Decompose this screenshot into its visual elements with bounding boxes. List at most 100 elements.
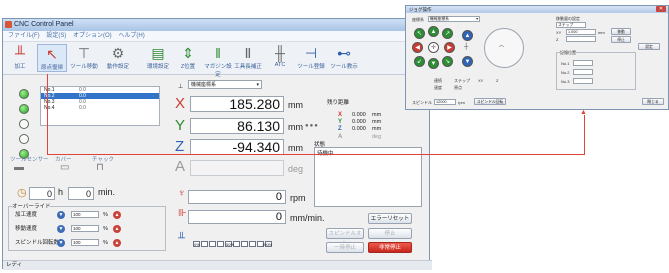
override-value-field[interactable]: 100 — [71, 239, 99, 246]
menu-options[interactable]: オプション(O) — [73, 33, 112, 39]
remaining-a-unit: deg — [372, 134, 382, 140]
memory-row-3-field[interactable] — [573, 78, 593, 84]
popup-close-dialog-button[interactable]: 閉じる — [642, 98, 664, 105]
override-value-field[interactable]: 100 — [71, 211, 99, 218]
time-hours-field: 0 — [29, 187, 55, 200]
jog-up-left-button[interactable]: ↖ — [414, 28, 425, 39]
decrease-button[interactable]: ▼ — [57, 225, 65, 233]
jog-y-minus-button[interactable]: ▼ — [428, 58, 439, 69]
cover-icon: ▭ — [60, 162, 70, 173]
step-xy-unit: mm — [598, 30, 605, 35]
memory-row-1-field[interactable] — [573, 60, 593, 66]
progress-cell — [241, 241, 248, 247]
connector-arrow-icon: ▲ — [580, 109, 587, 116]
x-unit: mm — [288, 100, 303, 110]
toolbar-z-position-button[interactable]: ⇕ Z位置 — [173, 44, 203, 72]
step-mode-select[interactable]: ステップ — [556, 22, 586, 28]
menu-file[interactable]: ファイル(F) — [8, 33, 40, 39]
popup-setting-button[interactable]: 設定 — [638, 43, 660, 50]
popup-stop-button[interactable]: 停止 — [611, 36, 631, 43]
pause-button[interactable]: 一時停止 — [326, 242, 364, 253]
toolbar-tool-register-button[interactable]: ⊣ ツール登録 — [296, 44, 326, 72]
origin-list-item[interactable]: No.4 0.0 — [41, 105, 159, 111]
environment-icon: ▤ — [151, 45, 165, 61]
remaining-z-label: Z — [338, 126, 342, 132]
remaining-a-label: A — [338, 134, 343, 140]
x-axis-label: X — [175, 95, 186, 112]
chevron-down-icon: ▾ — [476, 17, 478, 21]
toolbar-machine-button[interactable]: ╨ 加工 — [5, 44, 35, 72]
error-reset-button[interactable]: エラーリセット — [368, 213, 412, 224]
remaining-y-label: Y — [338, 119, 343, 125]
override-value-field[interactable]: 100 — [71, 225, 99, 232]
toolbar: ╨ 加工 ↖ 原点復帰 ⊤ ツール移動 ⚙ 動作設定 ▤ 環境設定 ⇕ Z位置 ‖ マガジン設… — [3, 42, 429, 78]
jog-popup-window: ジョグ操作 ✕ 座標系 機械座標系 ▾ ↖ ▲ ↗ ◀ ✛ ▶ ↙ ▼ ↘ ▲ ▼… — [405, 5, 669, 110]
popup-spindle-button[interactable]: スピンドル回転 — [474, 98, 506, 105]
move-button[interactable]: 移動 — [611, 28, 631, 35]
override-row-spindle: スピンドル回転数 ▼ 100 % ▲ — [15, 239, 121, 247]
popup-spindle-field[interactable]: 12000 — [434, 99, 456, 105]
step-z-field[interactable] — [566, 36, 596, 42]
increase-button[interactable]: ▲ — [113, 239, 121, 247]
jog-up-right-button[interactable]: ↗ — [442, 28, 453, 39]
increase-button[interactable]: ▲ — [113, 225, 121, 233]
progress-cell — [249, 241, 256, 247]
toolbar-origin-return-button[interactable]: ↖ 原点復帰 — [37, 44, 67, 72]
jog-z-plus-button[interactable]: ▲ — [462, 30, 473, 41]
jog-z-minus-button[interactable]: ▼ — [462, 56, 473, 67]
progress-tick-50: 50% — [226, 242, 235, 247]
remaining-x-value: 0.000 — [352, 112, 366, 118]
coord-system-select[interactable]: 機械座標系 ▾ — [188, 80, 262, 89]
emergency-stop-button[interactable]: 非常停止 — [368, 242, 412, 253]
memory-row-2-field[interactable] — [573, 69, 593, 75]
jog-down-right-button[interactable]: ↘ — [442, 56, 453, 67]
popup-close-button[interactable]: ✕ — [656, 6, 666, 12]
step-xy-field[interactable]: 1.000 — [566, 29, 596, 35]
status-led-3 — [19, 119, 29, 129]
toolbar-operation-settings-button[interactable]: ⚙ 動作設定 — [103, 44, 133, 72]
menu-help[interactable]: ヘルプ(H) — [118, 33, 144, 39]
toolbar-environment-button[interactable]: ▤ 環境設定 — [143, 44, 173, 72]
dial-center-icon: ⌒ — [499, 46, 505, 52]
decrease-button[interactable]: ▼ — [57, 239, 65, 247]
z-label: Z — [496, 78, 499, 83]
toolbar-tool-length-button[interactable]: Ⅱ 工具長補正 — [233, 44, 263, 72]
toolbar-tool-move-button[interactable]: ⊤ ツール移動 — [69, 44, 99, 72]
jog-down-left-button[interactable]: ↙ — [414, 56, 425, 67]
jog-center-button[interactable]: ✛ — [428, 42, 439, 53]
time-minutes-unit: min. — [98, 187, 116, 197]
status-led-2 — [19, 104, 29, 114]
menu-settings[interactable]: 設定(S) — [46, 33, 66, 39]
jog-x-minus-button[interactable]: ◀ — [412, 42, 423, 53]
memory-title: 記憶位置 — [560, 50, 576, 56]
app-icon — [5, 21, 12, 28]
popup-coord-select[interactable]: 機械座標系 ▾ — [428, 16, 480, 22]
increase-button[interactable]: ▲ — [113, 211, 121, 219]
remaining-x-label: X — [338, 112, 343, 118]
time-minutes-field: 0 — [68, 187, 94, 200]
progress-tick-0: 0% — [194, 242, 200, 247]
memory-row-3-label: No.3 — [561, 79, 570, 84]
progress-cell — [201, 241, 208, 247]
tool-length-icon: Ⅱ — [244, 45, 252, 61]
step-label: ステップ — [454, 78, 470, 83]
jog-x-plus-button[interactable]: ▶ — [444, 42, 455, 53]
decrease-button[interactable]: ▼ — [57, 211, 65, 219]
magazine-icon: ‖ — [215, 45, 221, 61]
tool-move-icon: ⊤ — [77, 45, 91, 61]
toolbar-magazine-button[interactable]: ‖ マガジン設定 — [203, 44, 233, 78]
spindle-on-button[interactable]: スピンドルオン — [326, 228, 364, 247]
memory-row-1-label: No.1 — [561, 61, 570, 66]
jog-y-plus-button[interactable]: ▲ — [428, 26, 439, 37]
xy-label: XY — [478, 78, 484, 83]
main-title: CNC Control Panel — [14, 21, 74, 28]
stop-button[interactable]: 停止 — [368, 228, 412, 239]
connector-line-vertical-right — [584, 115, 585, 155]
origin-list[interactable]: No.1 0.0 No.2 0.0 No.3 0.0 No.4 0.0 — [40, 86, 160, 126]
toolbar-tool-teach-button[interactable]: ⊷ ツール教示 — [329, 44, 359, 72]
atc-icon: ╫ — [275, 45, 285, 61]
remaining-z-value: 0.000 — [352, 126, 366, 132]
spindle-speed-field: 0 — [188, 190, 286, 204]
spindle-unit: rpm — [290, 193, 306, 203]
toolbar-atc-button[interactable]: ╫ ATC — [265, 44, 295, 72]
